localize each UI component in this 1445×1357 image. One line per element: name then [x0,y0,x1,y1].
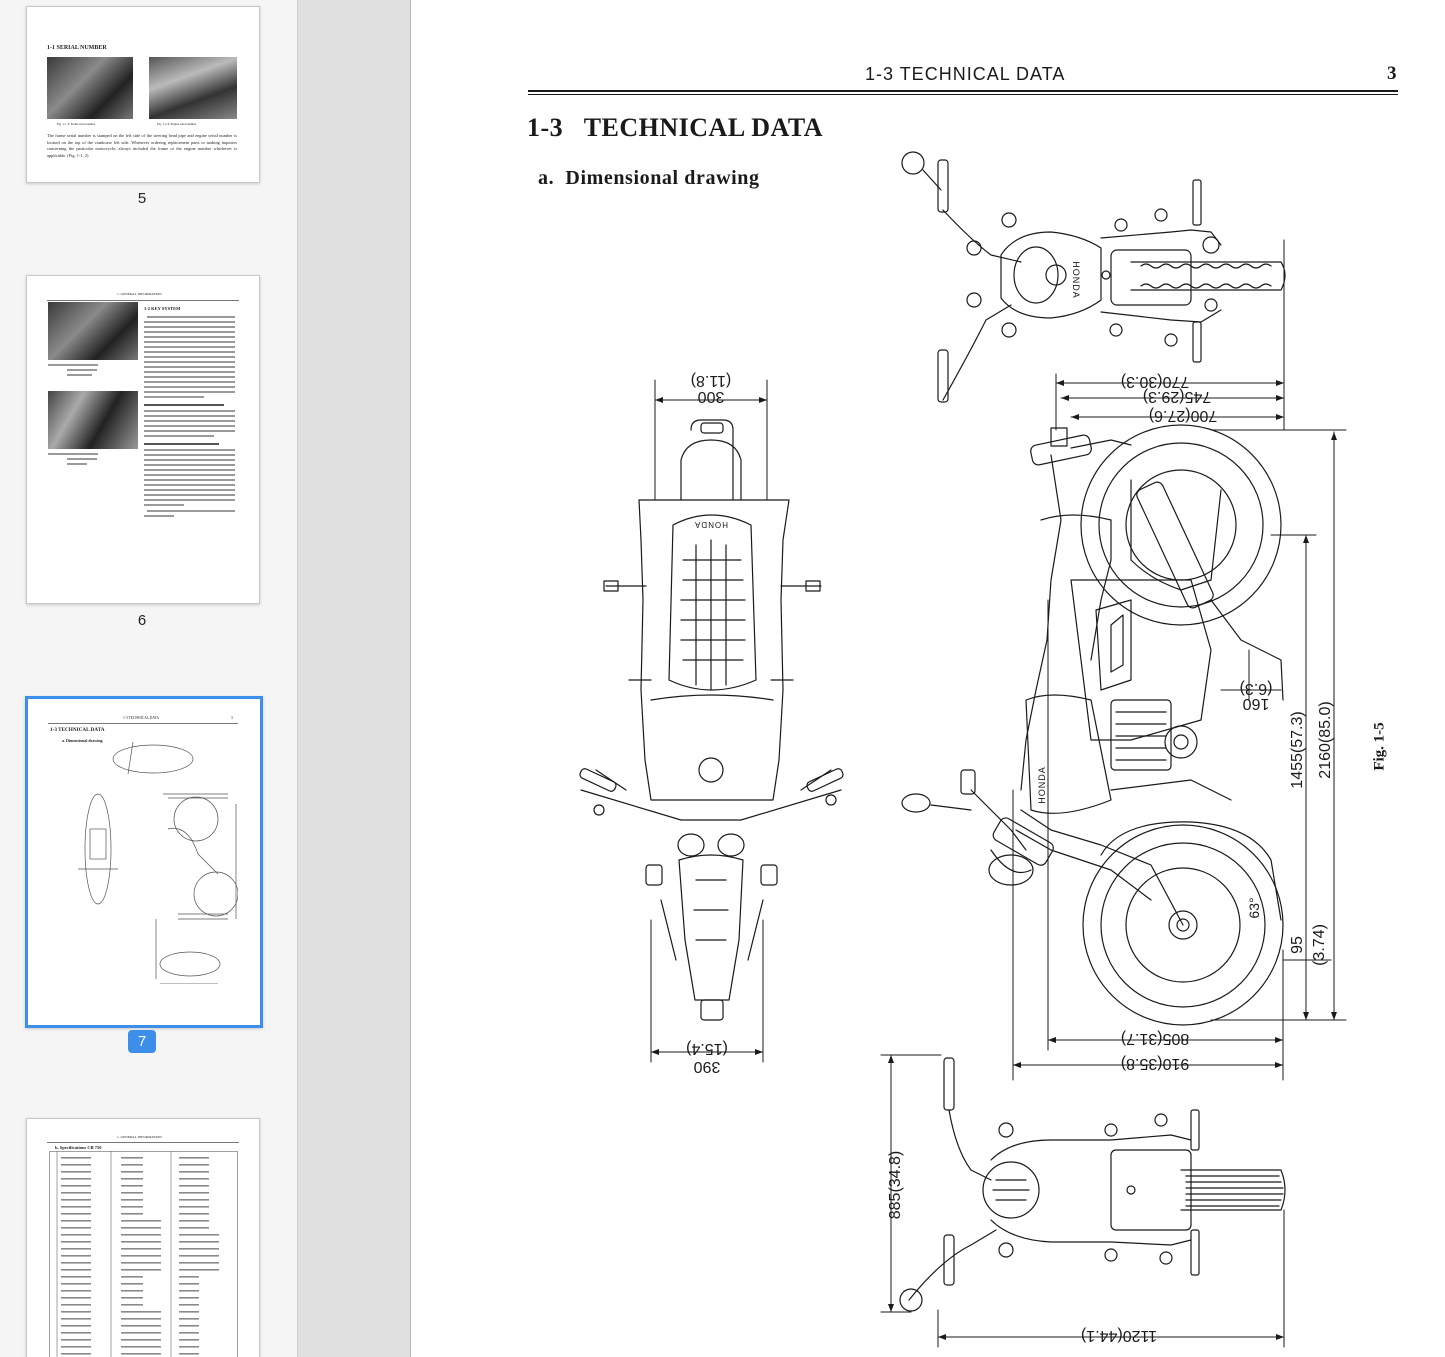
dim-770: 770(30.3) [1121,373,1190,390]
thumb-photo-lock [48,391,138,449]
brand-mark: HONDA [694,520,728,529]
dim-160-inch: (6.3) [1240,680,1273,697]
thumb-heading: 1-1 SERIAL NUMBER [47,45,107,51]
dim-width-top: 300 [698,388,725,405]
dim-95: 95 [1289,936,1306,954]
thumb-caption: Fig. 1-1 ① Frame serial number [57,122,96,126]
selected-page-badge[interactable]: 7 [127,1030,157,1053]
dim-1120: 1120(44.1) [1081,1327,1157,1344]
thumb-rule [48,723,238,724]
thumbnail-label-7[interactable]: 7 [26,1030,258,1053]
brand-mark: HONDA [1037,766,1047,804]
top-view-upper [901,151,1286,403]
thumb-photo-engine [149,57,237,119]
thumb-body-text: The frame serial number is stamped on th… [47,133,237,158]
page-thumbnail-6[interactable]: 1. GENERAL INFORMATION 1-2 KEY SYSTEM [26,275,260,604]
dim-1455: 1455(57.3) [1289,711,1306,788]
document-page: 1-3 TECHNICAL DATA 3 1-3 TECHNICAL DATA … [411,0,1445,1357]
dim-width-bottom-inch: (15.4) [686,1040,728,1057]
side-view [901,424,1284,1026]
dimensional-drawing: 300 (11.8) (15.4) 390 770(30.3) 745(29.3… [579,151,1347,1348]
dim-width-bottom: 390 [694,1058,721,1075]
thumb-heading: 1-2 KEY SYSTEM [144,306,181,311]
brand-mark: HONDA [1071,261,1081,299]
dim-745: 745(29.3) [1143,388,1212,405]
thumb-rule [47,300,239,301]
thumb-rule [47,1142,239,1143]
page-thumbnail-5[interactable]: 1-1 SERIAL NUMBER Fig. 1-1 ① Frame seria… [26,6,260,183]
thumb-photo-key [48,302,138,360]
thumb-spec-table [49,1151,238,1357]
dim-885: 885(34.8) [887,1151,904,1220]
dim-2160: 2160(85.0) [1317,701,1334,778]
dim-63: 63° [1246,897,1262,918]
thumb-heading: b. Specifications CB 750 [55,1145,102,1150]
thumb-page-mark: 3 [231,716,233,720]
sidebar-gutter [297,0,411,1357]
front-view [579,419,844,1021]
top-view-lower [899,1057,1286,1312]
thumb-heading: 1-3 TECHNICAL DATA [50,727,105,733]
thumb-header: 1-3 TECHNICAL DATA [123,716,160,720]
thumb-header: 1. GENERAL INFORMATION [117,292,162,296]
thumbnail-label-6[interactable]: 6 [26,612,258,629]
thumb-photo-frame [47,57,133,119]
thumb-caption: Fig. 1-2 ① Engine serial number [157,122,197,126]
page-thumbnail-7[interactable]: 1-3 TECHNICAL DATA 3 1-3 TECHNICAL DATA … [25,696,263,1028]
dim-910: 910(35.8) [1121,1055,1190,1072]
dim-700: 700(27.6) [1149,407,1218,424]
page-thumbnail-8[interactable]: 1. GENERAL INFORMATION b. Specifications… [26,1118,260,1357]
dim-160: 160 [1243,695,1270,712]
dim-width-top-inch: (11.8) [691,372,732,389]
thumbnail-label-5[interactable]: 5 [26,190,258,207]
thumb-drawing [78,741,238,984]
dim-95-inch: (3.74) [1311,924,1328,966]
dimension-lines [650,239,1347,1348]
thumb-header: 1. GENERAL INFORMATION [117,1135,162,1139]
dim-805: 805(31.7) [1121,1030,1190,1047]
thumbnail-sidebar[interactable]: 1-1 SERIAL NUMBER Fig. 1-1 ① Frame seria… [0,0,297,1357]
